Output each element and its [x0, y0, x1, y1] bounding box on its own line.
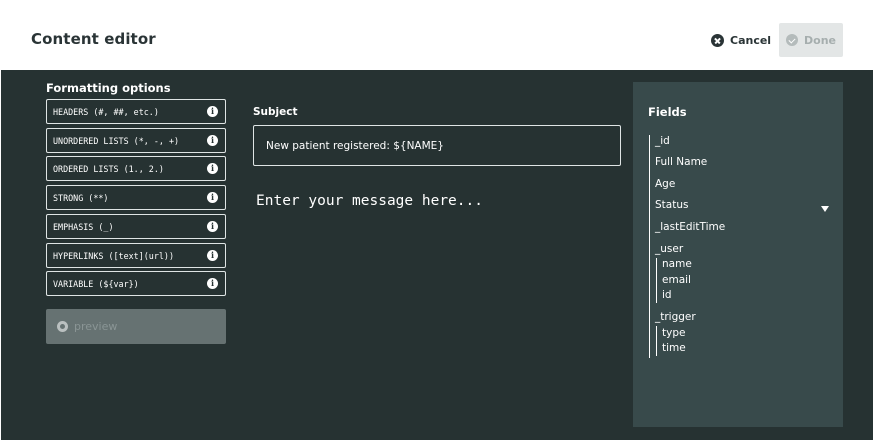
done-button[interactable]: Done — [779, 23, 843, 57]
format-option-variable[interactable]: VARIABLE (${var}) i — [46, 271, 226, 296]
page-title: Content editor — [31, 30, 156, 48]
message-textarea[interactable]: Enter your message here... — [256, 193, 483, 209]
eye-icon — [57, 321, 68, 332]
field-item-last-edit-time[interactable]: _lastEditTime — [655, 221, 725, 233]
format-option-label: EMPHASIS (_) — [53, 221, 114, 232]
formatting-options-title: Formatting options — [46, 81, 171, 95]
format-option-label: STRONG (**) — [53, 192, 109, 203]
info-icon[interactable]: i — [207, 106, 218, 117]
cancel-label: Cancel — [730, 33, 772, 47]
check-circle-icon — [786, 34, 798, 46]
chevron-down-icon[interactable] — [821, 206, 829, 212]
field-item-user-name[interactable]: name — [662, 258, 692, 270]
done-label: Done — [804, 33, 836, 47]
info-icon[interactable]: i — [207, 135, 218, 146]
preview-button[interactable]: preview — [46, 309, 226, 344]
format-option-ordered-lists[interactable]: ORDERED LISTS (1., 2.) i — [46, 156, 226, 181]
format-option-headers[interactable]: HEADERS (#, ##, etc.) i — [46, 99, 226, 124]
fields-title: Fields — [648, 105, 687, 119]
close-circle-icon — [711, 33, 724, 47]
format-option-hyperlinks[interactable]: HYPERLINKS ([text](url)) i — [46, 243, 226, 268]
format-option-strong[interactable]: STRONG (**) i — [46, 185, 226, 210]
format-option-label: HYPERLINKS ([text](url)) — [53, 250, 175, 261]
format-option-label: VARIABLE (${var}) — [53, 278, 139, 289]
field-item-age[interactable]: Age — [655, 178, 675, 190]
field-item-status[interactable]: Status — [655, 199, 688, 211]
field-item-full-name[interactable]: Full Name — [655, 156, 707, 168]
trigger-tree-line — [656, 326, 657, 356]
field-item-id[interactable]: _id — [655, 135, 670, 147]
format-option-unordered-lists[interactable]: UNORDERED LISTS (*, -, +) i — [46, 128, 226, 153]
info-icon[interactable]: i — [207, 192, 218, 203]
field-group-trigger[interactable]: _trigger — [655, 311, 696, 323]
format-option-label: ORDERED LISTS (1., 2.) — [53, 163, 164, 174]
field-item-trigger-time[interactable]: time — [662, 342, 686, 354]
field-item-user-id[interactable]: id — [662, 289, 672, 301]
info-icon[interactable]: i — [207, 250, 218, 261]
subject-label: Subject — [253, 106, 298, 118]
field-item-trigger-type[interactable]: type — [662, 327, 685, 339]
subject-input[interactable]: New patient registered: ${NAME} — [253, 125, 621, 166]
field-group-user[interactable]: _user — [655, 243, 683, 255]
info-icon[interactable]: i — [207, 221, 218, 232]
preview-label: preview — [74, 320, 118, 333]
info-icon[interactable]: i — [207, 163, 218, 174]
info-icon[interactable]: i — [207, 278, 218, 289]
cancel-button[interactable]: Cancel — [711, 31, 771, 49]
header-bar: Content editor Cancel Done — [0, 0, 873, 70]
format-option-label: HEADERS (#, ##, etc.) — [53, 106, 159, 117]
format-option-emphasis[interactable]: EMPHASIS (_) i — [46, 214, 226, 239]
fields-tree-line — [649, 135, 650, 358]
field-item-user-email[interactable]: email — [662, 274, 691, 286]
user-tree-line — [656, 258, 657, 303]
format-option-label: UNORDERED LISTS (*, -, +) — [53, 135, 180, 146]
